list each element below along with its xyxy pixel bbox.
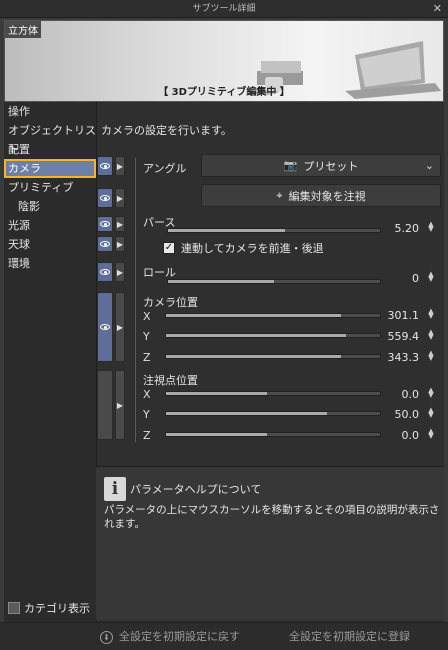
category-sidebar: 操作 オブジェクトリスト 配置 カメラ プリミティブ 陰影 光源 天球 環境 カ… bbox=[4, 102, 96, 622]
target-y-value[interactable]: 50.0 bbox=[395, 408, 420, 421]
expand-arrow-icon[interactable]: ▶ bbox=[115, 216, 125, 232]
preview-tag: 立方体 bbox=[5, 21, 41, 38]
eye-off-icon[interactable] bbox=[97, 370, 113, 440]
dolly-checkbox-label: 連動してカメラを前進・後退 bbox=[181, 242, 324, 255]
angle-label: アングル bbox=[143, 162, 187, 175]
reset-defaults-button[interactable]: ⬇ 全設定を初期設定に戻す bbox=[100, 627, 240, 647]
target-x-slider[interactable] bbox=[165, 391, 381, 396]
spin-arrows-icon[interactable]: ▲ ▼ bbox=[427, 308, 435, 320]
preset-label: プリセット bbox=[303, 159, 359, 173]
camera-icon: 📷 bbox=[283, 159, 298, 172]
target-z-slider[interactable] bbox=[165, 432, 381, 437]
target-z-axis-label: Z bbox=[143, 429, 151, 442]
download-icon: ⬇ bbox=[100, 630, 113, 644]
camera-x-slider[interactable] bbox=[165, 313, 381, 318]
sidebar-item-shading[interactable]: 陰影 bbox=[4, 197, 96, 216]
chevron-down-icon: ⌄ bbox=[424, 159, 434, 172]
expand-arrow-icon[interactable]: ▶ bbox=[115, 292, 125, 362]
roll-fill bbox=[168, 280, 274, 283]
spin-arrows-icon[interactable]: ▲ ▼ bbox=[427, 221, 435, 233]
eye-icon[interactable] bbox=[97, 236, 113, 252]
focus-target-button[interactable]: ⌖ 編集対象を注視 bbox=[201, 184, 441, 207]
camera-x-axis-label: X bbox=[143, 310, 151, 323]
sidebar-item-primitive[interactable]: プリミティブ bbox=[4, 178, 96, 197]
camera-x-fill bbox=[166, 314, 342, 317]
expand-arrow-icon[interactable]: ▶ bbox=[115, 370, 125, 440]
target-x-value[interactable]: 0.0 bbox=[402, 388, 420, 401]
camera-position-label: カメラ位置 bbox=[143, 296, 198, 309]
register-defaults-button[interactable]: 全設定を初期設定に登録 bbox=[289, 627, 410, 647]
target-x-fill bbox=[166, 392, 267, 395]
expand-arrow-icon[interactable]: ▶ bbox=[115, 188, 125, 208]
camera-z-value[interactable]: 343.3 bbox=[388, 351, 420, 364]
target-y-fill bbox=[166, 412, 327, 415]
window-title: サブツール詳細 bbox=[192, 4, 256, 14]
camera-y-fill bbox=[166, 334, 346, 337]
focus-icon: ⌖ bbox=[276, 188, 283, 202]
perspective-slider[interactable] bbox=[167, 228, 381, 233]
dolly-checkbox[interactable]: ✓ bbox=[163, 242, 175, 254]
register-defaults-label: 全設定を初期設定に登録 bbox=[289, 630, 410, 643]
roll-value[interactable]: 0 bbox=[412, 272, 419, 285]
footer-bar: ⬇ 全設定を初期設定に戻す 全設定を初期設定に登録 bbox=[0, 622, 448, 650]
sidebar-item-operation[interactable]: 操作 bbox=[4, 102, 96, 121]
camera-x-value[interactable]: 301.1 bbox=[388, 309, 420, 322]
target-y-slider[interactable] bbox=[165, 411, 381, 416]
spin-arrows-icon[interactable]: ▲ ▼ bbox=[427, 407, 435, 419]
preview-area: 立方体 【 3Dプリミティブ編集中 】 bbox=[4, 20, 444, 102]
target-y-axis-label: Y bbox=[143, 408, 150, 421]
spin-arrows-icon[interactable]: ▲ ▼ bbox=[427, 329, 435, 341]
eye-icon[interactable] bbox=[97, 292, 113, 362]
sidebar-item-light[interactable]: 光源 bbox=[4, 216, 96, 235]
spin-arrows-icon[interactable]: ▲ ▼ bbox=[427, 387, 435, 399]
info-icon: i bbox=[104, 477, 126, 501]
group-divider bbox=[135, 158, 136, 442]
target-x-axis-label: X bbox=[143, 388, 151, 401]
expand-arrow-icon[interactable]: ▶ bbox=[115, 262, 125, 282]
camera-y-slider[interactable] bbox=[165, 333, 381, 338]
preview-status: 【 3Dプリミティブ編集中 】 bbox=[158, 87, 290, 98]
spin-arrows-icon[interactable]: ▲ ▼ bbox=[427, 428, 435, 440]
category-display-toggle[interactable]: カテゴリ表示 bbox=[8, 600, 90, 616]
spin-arrows-icon[interactable]: ▲ ▼ bbox=[427, 350, 435, 362]
camera-z-axis-label: Z bbox=[143, 351, 151, 364]
category-display-checkbox[interactable] bbox=[8, 602, 20, 614]
camera-z-fill bbox=[166, 355, 342, 358]
help-title: パラメータヘルプについて bbox=[130, 483, 262, 496]
roll-label: ロール bbox=[143, 266, 176, 279]
sidebar-item-environment[interactable]: 環境 bbox=[4, 254, 96, 273]
category-display-label: カテゴリ表示 bbox=[24, 602, 90, 615]
camera-y-axis-label: Y bbox=[143, 330, 150, 343]
expand-arrow-icon[interactable]: ▶ bbox=[115, 236, 125, 252]
sidebar-item-object-list[interactable]: オブジェクトリスト bbox=[4, 121, 96, 156]
close-icon[interactable]: ✕ bbox=[433, 0, 442, 18]
roll-slider[interactable] bbox=[167, 279, 381, 284]
sidebar-item-camera[interactable]: カメラ bbox=[4, 159, 96, 178]
eye-icon[interactable] bbox=[97, 156, 113, 176]
target-position-label: 注視点位置 bbox=[143, 374, 198, 387]
spin-arrows-icon[interactable]: ▲ ▼ bbox=[427, 271, 435, 283]
perspective-fill bbox=[168, 229, 285, 232]
eye-icon[interactable] bbox=[97, 216, 113, 232]
target-z-value[interactable]: 0.0 bbox=[402, 429, 420, 442]
camera-y-value[interactable]: 559.4 bbox=[388, 330, 420, 343]
expand-arrow-icon[interactable]: ▶ bbox=[115, 156, 125, 176]
help-body: パラメータの上にマウスカーソルを移動するとその項目の説明が表示されます。 bbox=[104, 504, 440, 530]
window-titlebar: サブツール詳細 ✕ bbox=[0, 0, 448, 18]
dolly-checkbox-row[interactable]: ✓ 連動してカメラを前進・後退 bbox=[163, 240, 324, 256]
parameter-help: i パラメータヘルプについて パラメータの上にマウスカーソルを移動するとその項目… bbox=[96, 466, 444, 620]
camera-z-slider[interactable] bbox=[165, 354, 381, 359]
eye-icon[interactable] bbox=[97, 188, 113, 208]
sidebar-item-placement[interactable]: 配置 bbox=[4, 140, 96, 159]
perspective-value[interactable]: 5.20 bbox=[395, 222, 420, 235]
reset-defaults-label: 全設定を初期設定に戻す bbox=[119, 630, 240, 643]
preset-dropdown[interactable]: 📷 プリセット ⌄ bbox=[201, 154, 441, 177]
sidebar-item-skydome[interactable]: 天球 bbox=[4, 235, 96, 254]
panel-description: カメラの設定を行います。 bbox=[101, 124, 232, 137]
focus-target-label: 編集対象を注視 bbox=[288, 189, 366, 203]
eye-icon[interactable] bbox=[97, 262, 113, 282]
target-z-fill bbox=[166, 433, 267, 436]
